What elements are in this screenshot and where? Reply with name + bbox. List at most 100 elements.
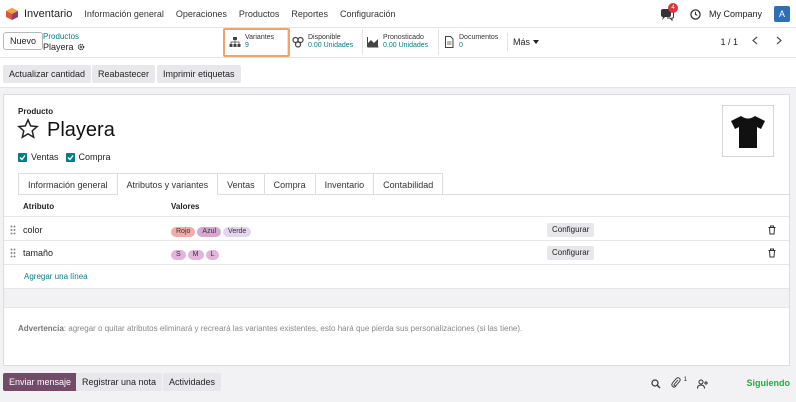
column-header-atributo[interactable]: Atributo (23, 202, 54, 211)
breadcrumb-current-label: Playera (43, 42, 74, 52)
value-tag: Azul (197, 227, 222, 237)
drag-handle-icon[interactable] (10, 225, 16, 235)
replenish-button[interactable]: Reabastecer (92, 65, 156, 83)
smart-button-pronosticado-text: Pronosticado 0.00 Unidades (383, 34, 428, 50)
pager-value[interactable]: 1 / 1 (720, 37, 738, 47)
table-row-attribute[interactable]: color (23, 225, 43, 235)
warning-text: : agregar o quitar atributos eliminará y… (63, 324, 523, 333)
table-row-attribute[interactable]: tamaño (23, 248, 53, 258)
smart-button-label: Documentos (459, 34, 499, 41)
compra-label: Compra (78, 152, 111, 162)
product-image[interactable] (722, 105, 774, 157)
add-line-link[interactable]: Agregar una línea (24, 272, 88, 281)
ventas-checkbox[interactable]: Ventas (18, 152, 59, 162)
top-navbar: Inventario Información general Operacion… (0, 0, 796, 28)
variants-warning: Advertencia: agregar o quitar atributos … (18, 324, 522, 333)
smart-button-documentos[interactable]: Documentos 0 (438, 29, 502, 55)
caret-down-icon (533, 40, 540, 44)
product-name-input[interactable]: Playera (47, 119, 115, 142)
table-footer-band (4, 288, 789, 308)
menu-configuracion[interactable]: Configuración (340, 9, 396, 19)
file-icon (445, 36, 454, 48)
clock-icon[interactable] (690, 8, 701, 20)
tab-atributos-variantes[interactable]: Atributos y variantes (117, 173, 219, 195)
tab-ventas[interactable]: Ventas (218, 173, 265, 195)
tab-informacion-general[interactable]: Información general (18, 173, 118, 195)
log-note-button[interactable]: Registrar una nota (76, 373, 163, 391)
ventas-label: Ventas (31, 152, 59, 162)
menu-productos[interactable]: Productos (239, 9, 280, 19)
more-label: Más (513, 37, 531, 47)
menu-reportes[interactable]: Reportes (291, 9, 328, 19)
user-plus-icon[interactable] (697, 379, 708, 389)
smart-button-value: 0.00 Unidades (383, 42, 429, 49)
breadcrumb-parent[interactable]: Productos (43, 32, 79, 41)
update-quantity-button[interactable]: Actualizar cantidad (3, 65, 92, 83)
tab-contabilidad[interactable]: Contabilidad (374, 173, 444, 195)
following-button[interactable]: Siguiendo (747, 378, 791, 388)
send-message-button[interactable]: Enviar mensaje (3, 373, 78, 391)
notebook-tabs: Información general Atributos y variante… (18, 173, 444, 195)
configure-button[interactable]: Configurar (547, 223, 595, 237)
paperclip-icon (671, 377, 681, 388)
sale-purchase-checks: Ventas Compra (18, 152, 111, 162)
app-logo-icon[interactable] (5, 7, 19, 21)
configure-button[interactable]: Configurar (547, 246, 595, 260)
table-row-divider (4, 264, 789, 265)
smart-button-label: Disponible (308, 34, 341, 41)
gear-icon[interactable] (77, 43, 85, 51)
chatter-icons: 1 (651, 377, 708, 390)
trash-icon[interactable] (767, 225, 777, 235)
form-sheet: Producto Playera Ventas Compra Informaci… (3, 94, 790, 366)
attachments-button[interactable]: 1 (671, 377, 687, 390)
attachments-count: 1 (683, 377, 687, 383)
smart-button-label: Pronosticado (383, 34, 424, 41)
more-button[interactable]: Más (507, 33, 540, 51)
control-panel: Nuevo Productos Playera Variantes 9 Disp… (0, 28, 796, 58)
menu-informacion-general[interactable]: Información general (84, 9, 164, 19)
checkbox-checked-icon (65, 152, 75, 162)
warning-label: Advertencia (18, 324, 64, 333)
tab-compra[interactable]: Compra (264, 173, 316, 195)
value-tag: M (187, 250, 204, 260)
chat-badge: 4 (667, 3, 678, 13)
table-row-values[interactable]: Rojo Azul Verde (171, 225, 253, 237)
print-labels-button[interactable]: Imprimir etiquetas (157, 65, 241, 83)
star-icon[interactable] (17, 118, 39, 140)
variantes-highlight-box (223, 28, 290, 57)
smart-button-value: 0 (459, 42, 463, 49)
action-bar: Actualizar cantidad Reabastecer Imprimir… (0, 58, 796, 88)
drag-handle-icon[interactable] (10, 248, 16, 258)
pager-prev-button[interactable] (748, 35, 762, 49)
pager: 1 / 1 (720, 35, 786, 49)
table-row-values[interactable]: SML (171, 248, 221, 260)
chevron-right-icon (776, 36, 782, 45)
breadcrumb-current: Playera (43, 42, 85, 52)
column-header-valores[interactable]: Valores (171, 202, 199, 211)
smart-button-value: 0.00 Unidades (308, 42, 354, 49)
company-switcher[interactable]: My Company (709, 9, 762, 19)
menu-operaciones[interactable]: Operaciones (176, 9, 227, 19)
activities-button[interactable]: Actividades (163, 373, 222, 391)
area-chart-icon (367, 37, 379, 48)
value-tag: L (205, 250, 220, 260)
compra-checkbox[interactable]: Compra (65, 152, 111, 162)
tshirt-image-icon (731, 116, 765, 148)
app-name[interactable]: Inventario (24, 8, 72, 20)
messages-button[interactable]: 4 (660, 3, 678, 22)
chatter-bar: Enviar mensaje Registrar una nota Activi… (0, 370, 796, 402)
value-tag: Rojo (171, 227, 196, 237)
tab-inventario[interactable]: Inventario (315, 173, 375, 195)
cubes-icon (292, 36, 304, 48)
table-row-divider (4, 240, 789, 241)
user-avatar[interactable]: A (774, 6, 790, 22)
table-header-divider (4, 216, 789, 217)
pager-next-button[interactable] (772, 35, 786, 49)
navbar-right: 4 My Company A (660, 0, 790, 28)
trash-icon[interactable] (767, 248, 777, 258)
smart-button-pronosticado[interactable]: Pronosticado 0.00 Unidades (362, 29, 432, 55)
value-tag: S (171, 250, 186, 260)
new-button[interactable]: Nuevo (3, 32, 44, 50)
search-icon[interactable] (651, 378, 661, 389)
smart-button-disponible[interactable]: Disponible 0.00 Unidades (287, 29, 357, 55)
